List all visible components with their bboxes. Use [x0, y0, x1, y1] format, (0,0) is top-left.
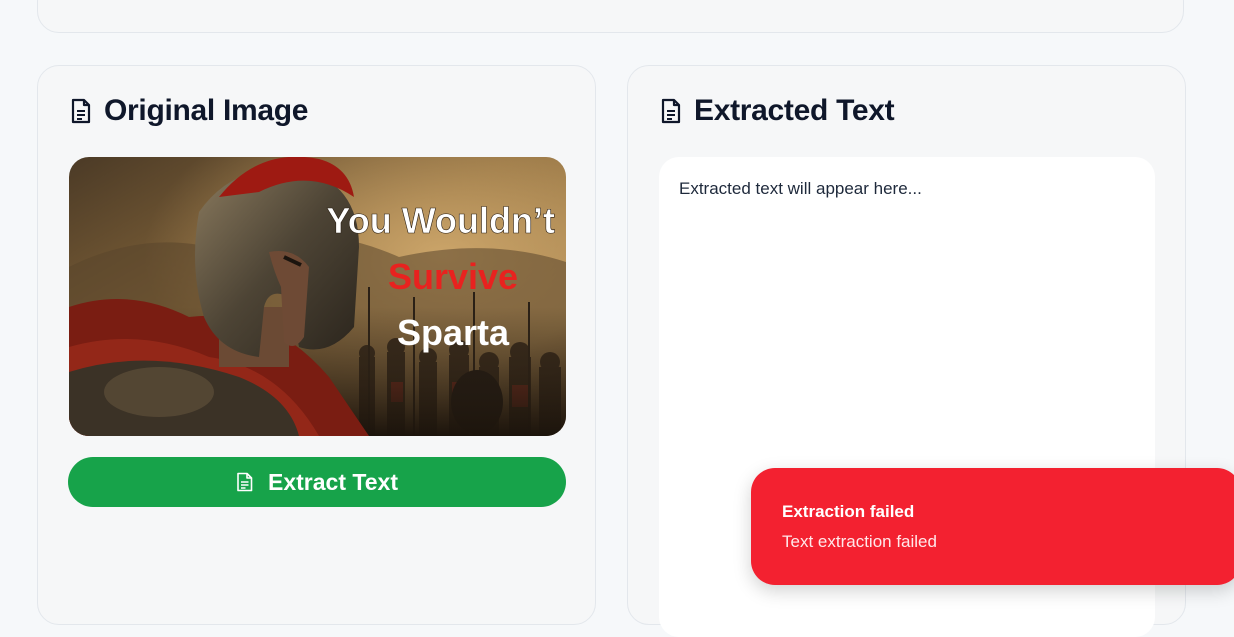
- extract-text-button[interactable]: Extract Text: [68, 457, 566, 507]
- toast-message: Text extraction failed: [782, 532, 937, 551]
- overlay-line-3: Sparta: [397, 312, 510, 353]
- error-toast[interactable]: Extraction failed Text extraction failed: [751, 468, 1234, 585]
- original-image-title: Original Image: [104, 94, 309, 127]
- top-card: [37, 0, 1184, 33]
- original-image-panel: Original Image You Wouldn’t Survive Spar…: [37, 65, 596, 625]
- toast-title: Extraction failed: [782, 502, 915, 521]
- extracted-text-heading: Extracted Text: [660, 94, 895, 128]
- extracted-text-placeholder: Extracted text will appear here...: [679, 179, 922, 198]
- original-image-heading: Original Image: [70, 94, 309, 128]
- overlay-line-1: You Wouldn’t: [326, 200, 555, 241]
- uploaded-image: You Wouldn’t Survive Sparta: [69, 157, 566, 436]
- document-icon: [236, 472, 254, 492]
- overlay-line-2: Survive: [388, 256, 518, 297]
- extract-text-label: Extract Text: [268, 468, 398, 495]
- extracted-text-title: Extracted Text: [694, 94, 895, 127]
- document-icon: [70, 98, 92, 124]
- document-icon: [660, 98, 682, 124]
